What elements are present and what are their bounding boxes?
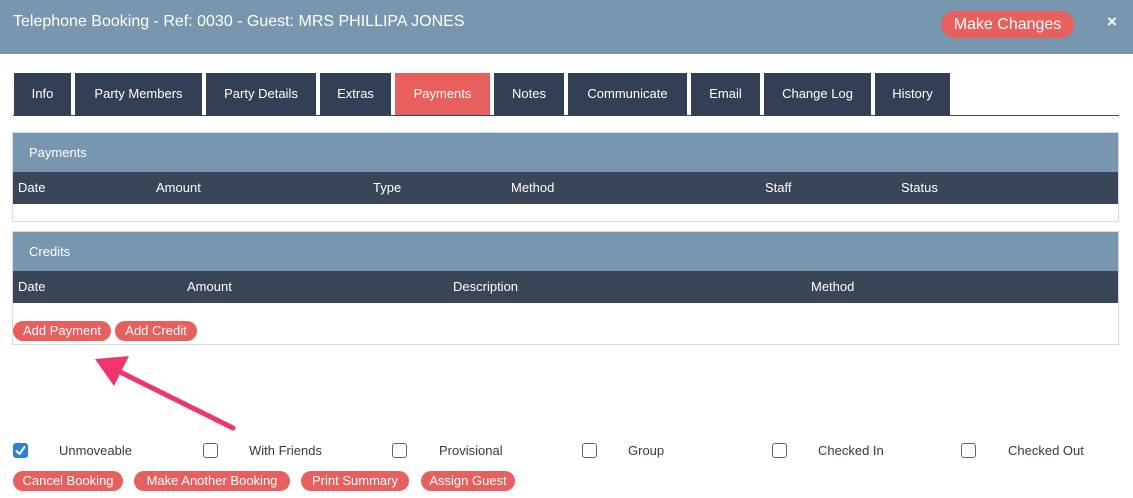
payments-panel-title: Payments — [13, 133, 1118, 172]
credits-table-header: Date Amount Description Method — [13, 271, 1118, 303]
make-changes-button[interactable]: Make Changes — [941, 11, 1074, 38]
tab-extras[interactable]: Extras — [320, 73, 391, 115]
credits-panel-title: Credits — [13, 232, 1118, 271]
payments-col-staff: Staff — [765, 180, 792, 195]
with-friends-label: With Friends — [249, 443, 322, 458]
provisional-checkbox[interactable] — [392, 443, 407, 458]
unmoveable-label: Unmoveable — [59, 443, 132, 458]
unmoveable-checkbox[interactable] — [13, 443, 28, 458]
credits-col-amount: Amount — [187, 279, 232, 294]
tab-party-details[interactable]: Party Details — [206, 73, 316, 115]
checkmark-icon — [15, 446, 26, 455]
tab-history[interactable]: History — [875, 73, 950, 115]
with-friends-checkbox[interactable] — [203, 443, 218, 458]
credits-col-description: Description — [453, 279, 519, 294]
credits-col-date: Date — [18, 279, 46, 294]
tab-email[interactable]: Email — [691, 73, 760, 115]
tab-payments[interactable]: Payments — [395, 73, 490, 115]
tab-communicate[interactable]: Communicate — [568, 73, 687, 115]
tab-change-log[interactable]: Change Log — [764, 73, 871, 115]
tab-party-members[interactable]: Party Members — [75, 73, 202, 115]
dialog-title: Telephone Booking - Ref: 0030 - Guest: M… — [13, 13, 465, 30]
payments-panel: Payments Date Amount Type Method Staff S… — [12, 132, 1119, 222]
payments-col-amount: Amount — [156, 180, 201, 195]
checked-out-checkbox[interactable] — [961, 443, 976, 458]
group-label: Group — [628, 443, 665, 458]
close-icon[interactable]: × — [1104, 12, 1120, 32]
cancel-booking-button[interactable]: Cancel Booking — [13, 471, 123, 491]
print-summary-button[interactable]: Print Summary — [301, 471, 409, 491]
group-checkbox[interactable] — [582, 443, 597, 458]
tab-notes[interactable]: Notes — [494, 73, 564, 115]
tabs-divider — [13, 115, 1119, 116]
payments-table-header: Date Amount Type Method Staff Status — [13, 172, 1118, 204]
dialog-header: Telephone Booking - Ref: 0030 - Guest: M… — [0, 0, 1133, 54]
checked-in-label: Checked In — [818, 443, 884, 458]
make-another-booking-button[interactable]: Make Another Booking — [134, 471, 290, 491]
payments-col-date: Date — [18, 180, 46, 195]
add-credit-button[interactable]: Add Credit — [115, 321, 197, 341]
payments-col-type: Type — [373, 180, 402, 195]
checked-in-checkbox[interactable] — [772, 443, 787, 458]
tab-info[interactable]: Info — [14, 73, 71, 115]
checked-out-label: Checked Out — [1008, 443, 1084, 458]
payments-col-status: Status — [901, 180, 938, 195]
credits-col-method: Method — [811, 279, 855, 294]
add-payment-button[interactable]: Add Payment — [13, 321, 111, 341]
provisional-label: Provisional — [439, 443, 503, 458]
assign-guest-button[interactable]: Assign Guest — [421, 471, 515, 491]
payments-col-method: Method — [511, 180, 555, 195]
